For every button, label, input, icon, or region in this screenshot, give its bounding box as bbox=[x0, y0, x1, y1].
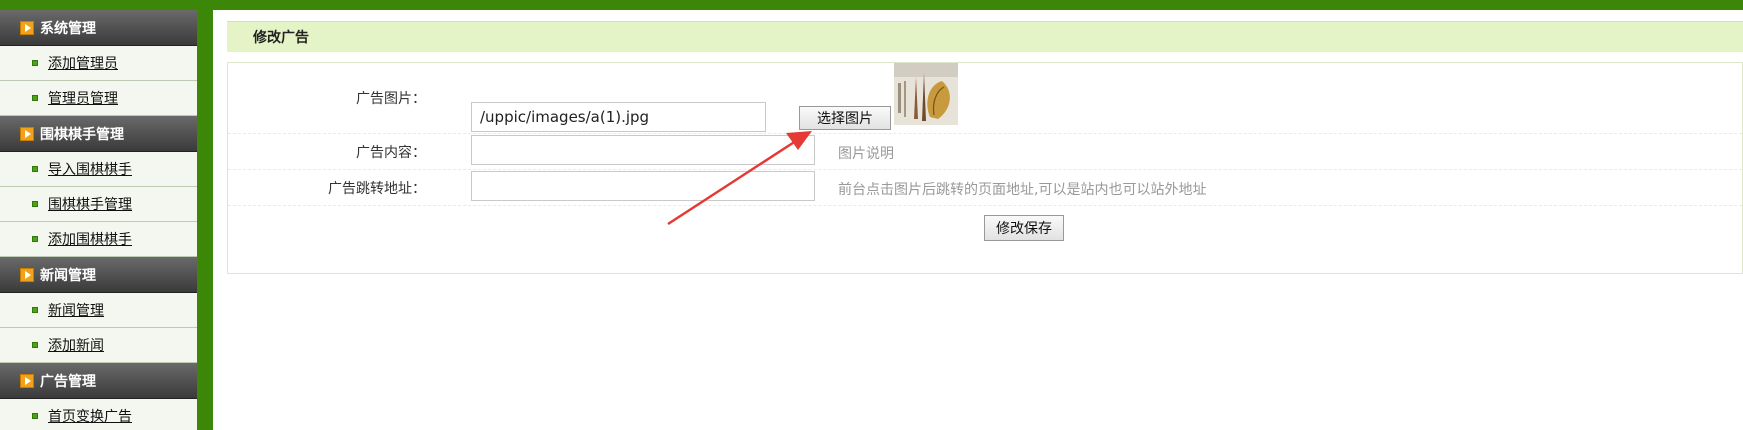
ad-image-thumbnail bbox=[894, 63, 958, 125]
bullet-icon bbox=[32, 307, 38, 313]
link-label: 广告跳转地址： bbox=[328, 181, 426, 197]
sidebar-item-link[interactable]: 添加新闻 bbox=[48, 335, 104, 355]
sidebar-item-add-admin[interactable]: 添加管理员 bbox=[0, 46, 197, 81]
sidebar-section-news[interactable]: 新闻管理 bbox=[0, 257, 197, 293]
link-hint: 前台点击图片后跳转的页面地址,可以是站内也可以站外地址 bbox=[838, 182, 1207, 198]
bullet-icon bbox=[32, 95, 38, 101]
sidebar-section-label: 围棋棋手管理 bbox=[40, 126, 124, 143]
sidebar-section-label: 广告管理 bbox=[40, 373, 96, 390]
sidebar-section-label: 系统管理 bbox=[40, 20, 96, 37]
image-path-input[interactable] bbox=[471, 102, 766, 132]
sidebar-item-add-news[interactable]: 添加新闻 bbox=[0, 328, 197, 363]
sidebar: 系统管理 添加管理员 管理员管理 围棋棋手管理 导入围棋棋手 围棋棋手管理 添加… bbox=[0, 10, 197, 430]
sidebar-item-link[interactable]: 新闻管理 bbox=[48, 300, 104, 320]
save-button[interactable]: 修改保存 bbox=[984, 215, 1064, 241]
form-row-link: 广告跳转地址： 前台点击图片后跳转的页面地址,可以是站内也可以站外地址 bbox=[228, 169, 1742, 206]
top-frame-bar bbox=[0, 0, 1743, 10]
play-arrow-icon bbox=[20, 373, 34, 388]
ad-link-input[interactable] bbox=[471, 171, 815, 201]
sidebar-item-link[interactable]: 添加围棋棋手 bbox=[48, 229, 132, 249]
bullet-icon bbox=[32, 342, 38, 348]
sidebar-section-system[interactable]: 系统管理 bbox=[0, 10, 197, 46]
page-title: 修改广告 bbox=[253, 30, 309, 46]
bullet-icon bbox=[32, 60, 38, 66]
play-arrow-icon bbox=[20, 20, 34, 35]
page-title-bar: 修改广告 bbox=[227, 21, 1743, 52]
ad-content-input[interactable] bbox=[471, 135, 815, 165]
content-hint: 图片说明 bbox=[838, 146, 894, 162]
sidebar-section-go-players[interactable]: 围棋棋手管理 bbox=[0, 116, 197, 152]
form-row-content: 广告内容： 图片说明 bbox=[228, 133, 1742, 170]
play-arrow-icon bbox=[20, 126, 34, 141]
sidebar-item-link[interactable]: 添加管理员 bbox=[48, 53, 118, 73]
sidebar-item-import-players[interactable]: 导入围棋棋手 bbox=[0, 152, 197, 187]
sidebar-item-link[interactable]: 导入围棋棋手 bbox=[48, 159, 132, 179]
bullet-icon bbox=[32, 201, 38, 207]
main-content: 修改广告 广告图片： 选择图片 广告内容： bbox=[227, 10, 1743, 430]
play-arrow-icon bbox=[20, 267, 34, 282]
sidebar-item-link[interactable]: 管理员管理 bbox=[48, 88, 118, 108]
ad-edit-form: 广告图片： 选择图片 广告内容： 图片说明 bbox=[227, 62, 1743, 274]
sidebar-section-ads[interactable]: 广告管理 bbox=[0, 363, 197, 399]
bullet-icon bbox=[32, 413, 38, 419]
sidebar-section-label: 新闻管理 bbox=[40, 267, 96, 284]
bullet-icon bbox=[32, 166, 38, 172]
sidebar-item-manage-players[interactable]: 围棋棋手管理 bbox=[0, 187, 197, 222]
sidebar-item-add-player[interactable]: 添加围棋棋手 bbox=[0, 222, 197, 257]
form-row-image: 广告图片： 选择图片 bbox=[228, 63, 1742, 134]
sidebar-item-home-ads[interactable]: 首页变换广告 bbox=[0, 399, 197, 430]
sidebar-item-link[interactable]: 围棋棋手管理 bbox=[48, 194, 132, 214]
bullet-icon bbox=[32, 236, 38, 242]
thumbnail-image bbox=[894, 63, 958, 125]
content-label: 广告内容： bbox=[356, 145, 426, 161]
sidebar-item-link[interactable]: 首页变换广告 bbox=[48, 406, 132, 426]
sidebar-item-admin-manage[interactable]: 管理员管理 bbox=[0, 81, 197, 116]
sidebar-item-news-manage[interactable]: 新闻管理 bbox=[0, 293, 197, 328]
choose-image-button[interactable]: 选择图片 bbox=[799, 106, 891, 130]
image-label: 广告图片： bbox=[356, 91, 426, 107]
